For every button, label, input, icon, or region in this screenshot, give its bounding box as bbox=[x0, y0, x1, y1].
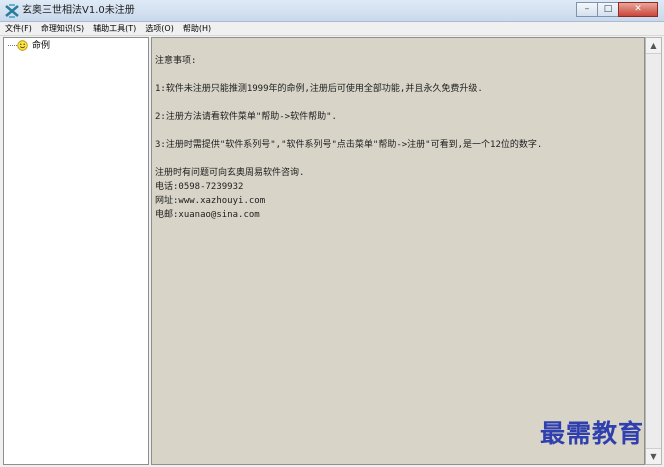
menu-bar: 文件(F) 命理知识(S) 辅助工具(T) 选项(O) 帮助(H) bbox=[0, 22, 664, 36]
window-controls: – □ ✕ bbox=[576, 2, 658, 17]
notice-line-3: 3:注册时需提供"软件系列号","软件系列号"点击菜单"帮助->注册"可看到,是… bbox=[155, 140, 543, 150]
menu-knowledge[interactable]: 命理知识(S) bbox=[36, 22, 88, 35]
contact-phone: 电话:0598-7239932 bbox=[155, 182, 244, 192]
smiley-icon bbox=[17, 40, 28, 51]
maximize-button[interactable]: □ bbox=[597, 2, 619, 17]
scroll-up-icon[interactable]: ▲ bbox=[646, 38, 661, 54]
title-bar: 玄奥三世相法V1.0未注册 – □ ✕ bbox=[0, 0, 664, 22]
vertical-scrollbar[interactable]: ▲ ▼ bbox=[645, 37, 662, 465]
contact-intro: 注册时有问题可向玄奥周易软件咨询. bbox=[155, 168, 305, 178]
notice-line-1: 1:软件未注册只能推测1999年的命例,注册后可使用全部功能,并且永久免费升级. bbox=[155, 84, 483, 94]
minimize-button[interactable]: – bbox=[576, 2, 598, 17]
menu-options[interactable]: 选项(O) bbox=[140, 22, 178, 35]
app-icon bbox=[5, 4, 19, 18]
notice-text-area[interactable]: 注意事项: 1:软件未注册只能推测1999年的命例,注册后可使用全部功能,并且永… bbox=[151, 37, 645, 465]
window-title: 玄奥三世相法V1.0未注册 bbox=[22, 5, 135, 16]
menu-file[interactable]: 文件(F) bbox=[0, 22, 36, 35]
tree-connector-line bbox=[8, 45, 17, 46]
menu-help[interactable]: 帮助(H) bbox=[178, 22, 215, 35]
menu-tools[interactable]: 辅助工具(T) bbox=[88, 22, 140, 35]
close-button[interactable]: ✕ bbox=[618, 2, 658, 17]
scroll-down-icon[interactable]: ▼ bbox=[646, 448, 661, 464]
notice-line-2: 2:注册方法请看软件菜单"帮助->软件帮助". bbox=[155, 112, 337, 122]
watermark-text: 最需教育 bbox=[540, 419, 645, 448]
contact-email: 电邮:xuanao@sina.com bbox=[155, 210, 260, 220]
tree-panel[interactable]: 命例 bbox=[3, 37, 149, 465]
tree-node-label[interactable]: 命例 bbox=[32, 40, 50, 52]
notice-heading: 注意事项: bbox=[155, 56, 197, 66]
contact-website: 网址:www.xazhouyi.com bbox=[155, 196, 266, 206]
